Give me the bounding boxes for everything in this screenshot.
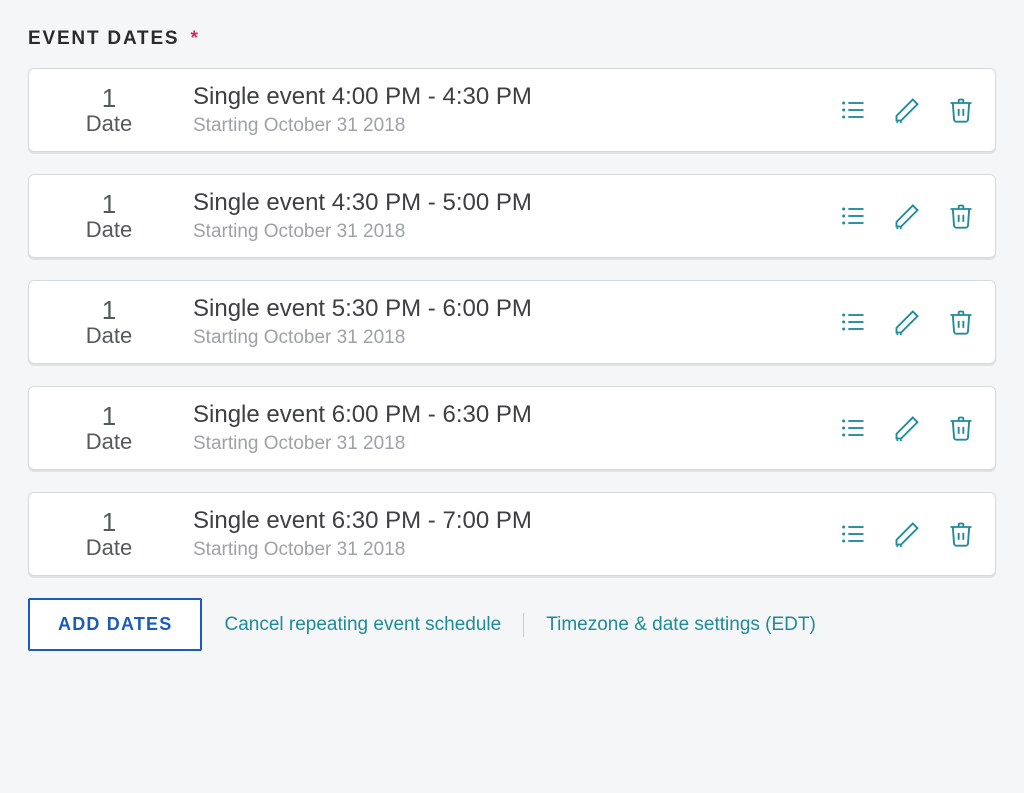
edit-icon[interactable] bbox=[893, 308, 921, 336]
date-count-number: 1 bbox=[39, 402, 179, 431]
date-count: 1 Date bbox=[39, 190, 179, 243]
required-asterisk: * bbox=[191, 28, 200, 49]
date-count-number: 1 bbox=[39, 84, 179, 113]
date-count-label: Date bbox=[39, 430, 179, 454]
event-title: Single event 6:30 PM - 7:00 PM bbox=[193, 507, 839, 535]
event-actions bbox=[839, 414, 975, 442]
trash-icon[interactable] bbox=[947, 308, 975, 336]
list-icon[interactable] bbox=[839, 202, 867, 230]
date-count-label: Date bbox=[39, 536, 179, 560]
event-title: Single event 6:00 PM - 6:30 PM bbox=[193, 401, 839, 429]
trash-icon[interactable] bbox=[947, 520, 975, 548]
cancel-repeating-link[interactable]: Cancel repeating event schedule bbox=[224, 614, 501, 636]
section-title: EVENT DATES * bbox=[28, 28, 996, 50]
date-count-number: 1 bbox=[39, 296, 179, 325]
trash-icon[interactable] bbox=[947, 414, 975, 442]
event-subtitle: Starting October 31 2018 bbox=[193, 539, 839, 561]
divider bbox=[523, 613, 524, 637]
date-count: 1 Date bbox=[39, 296, 179, 349]
bottom-bar: ADD DATES Cancel repeating event schedul… bbox=[28, 598, 996, 651]
list-icon[interactable] bbox=[839, 308, 867, 336]
trash-icon[interactable] bbox=[947, 202, 975, 230]
edit-icon[interactable] bbox=[893, 520, 921, 548]
edit-icon[interactable] bbox=[893, 96, 921, 124]
section-title-text: EVENT DATES bbox=[28, 28, 179, 49]
date-count-label: Date bbox=[39, 218, 179, 242]
date-count-label: Date bbox=[39, 324, 179, 348]
list-icon[interactable] bbox=[839, 96, 867, 124]
event-subtitle: Starting October 31 2018 bbox=[193, 327, 839, 349]
event-actions bbox=[839, 96, 975, 124]
event-subtitle: Starting October 31 2018 bbox=[193, 221, 839, 243]
event-info: Single event 5:30 PM - 6:00 PM Starting … bbox=[179, 295, 839, 349]
edit-icon[interactable] bbox=[893, 202, 921, 230]
date-count: 1 Date bbox=[39, 402, 179, 455]
list-icon[interactable] bbox=[839, 414, 867, 442]
event-card: 1 Date Single event 6:00 PM - 6:30 PM St… bbox=[28, 386, 996, 470]
event-info: Single event 6:30 PM - 7:00 PM Starting … bbox=[179, 507, 839, 561]
event-card: 1 Date Single event 4:30 PM - 5:00 PM St… bbox=[28, 174, 996, 258]
event-title: Single event 5:30 PM - 6:00 PM bbox=[193, 295, 839, 323]
trash-icon[interactable] bbox=[947, 96, 975, 124]
event-subtitle: Starting October 31 2018 bbox=[193, 433, 839, 455]
events-list: 1 Date Single event 4:00 PM - 4:30 PM St… bbox=[28, 68, 996, 576]
event-card: 1 Date Single event 6:30 PM - 7:00 PM St… bbox=[28, 492, 996, 576]
date-count: 1 Date bbox=[39, 84, 179, 137]
date-count-number: 1 bbox=[39, 508, 179, 537]
timezone-settings-link[interactable]: Timezone & date settings (EDT) bbox=[546, 614, 816, 636]
event-info: Single event 4:00 PM - 4:30 PM Starting … bbox=[179, 83, 839, 137]
event-actions bbox=[839, 202, 975, 230]
date-count-number: 1 bbox=[39, 190, 179, 219]
event-subtitle: Starting October 31 2018 bbox=[193, 115, 839, 137]
list-icon[interactable] bbox=[839, 520, 867, 548]
date-count-label: Date bbox=[39, 112, 179, 136]
event-title: Single event 4:30 PM - 5:00 PM bbox=[193, 189, 839, 217]
event-card: 1 Date Single event 4:00 PM - 4:30 PM St… bbox=[28, 68, 996, 152]
edit-icon[interactable] bbox=[893, 414, 921, 442]
event-actions bbox=[839, 520, 975, 548]
date-count: 1 Date bbox=[39, 508, 179, 561]
add-dates-button[interactable]: ADD DATES bbox=[28, 598, 202, 651]
event-info: Single event 6:00 PM - 6:30 PM Starting … bbox=[179, 401, 839, 455]
event-info: Single event 4:30 PM - 5:00 PM Starting … bbox=[179, 189, 839, 243]
event-card: 1 Date Single event 5:30 PM - 6:00 PM St… bbox=[28, 280, 996, 364]
event-title: Single event 4:00 PM - 4:30 PM bbox=[193, 83, 839, 111]
event-actions bbox=[839, 308, 975, 336]
